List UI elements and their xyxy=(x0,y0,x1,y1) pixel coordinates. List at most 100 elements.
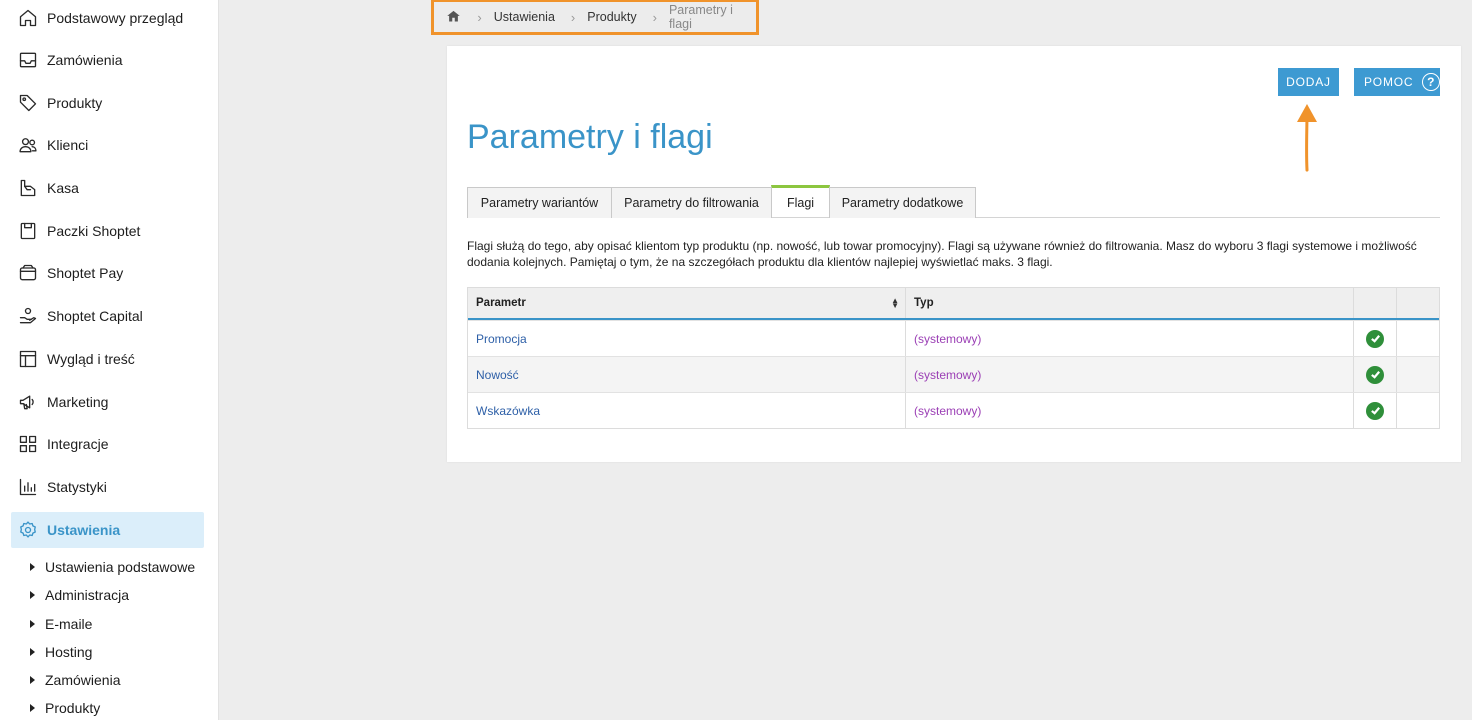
layout-icon xyxy=(18,349,38,369)
sidebar-item-products[interactable]: Produkty xyxy=(11,85,204,121)
sidebar-item-label: Shoptet Capital xyxy=(47,308,143,324)
chevron-right-icon: › xyxy=(570,9,576,25)
package-icon xyxy=(18,221,38,241)
caret-right-icon xyxy=(30,676,35,684)
capital-icon xyxy=(18,306,38,326)
actions-cell xyxy=(1397,357,1439,392)
caret-right-icon xyxy=(30,648,35,656)
caret-right-icon xyxy=(30,704,35,712)
sidebar-subitem-emails[interactable]: E-maile xyxy=(30,613,92,635)
check-circle-icon xyxy=(1366,329,1384,348)
flag-name-link[interactable]: Nowość xyxy=(468,357,906,392)
sidebar-item-settings[interactable]: Ustawienia xyxy=(11,512,204,548)
sidebar-item-label: Kasa xyxy=(47,180,79,196)
wallet-icon xyxy=(18,263,38,283)
sidebar-item-label: Wygląd i treść xyxy=(47,351,135,367)
caret-right-icon xyxy=(30,563,35,571)
tab-bar: Parametry wariantów Parametry do filtrow… xyxy=(467,185,1440,218)
flag-name-link[interactable]: Promocja xyxy=(468,321,906,356)
column-header-status xyxy=(1354,288,1397,318)
table-header: Parametr ▲ ▼ Typ xyxy=(468,288,1439,320)
flags-table: Parametr ▲ ▼ Typ Promocja (systemowy) Now… xyxy=(467,287,1440,429)
tab-additional-parameters[interactable]: Parametry dodatkowe xyxy=(829,187,976,218)
sidebar-item-label: Produkty xyxy=(47,95,103,111)
sidebar-item-pay[interactable]: Shoptet Pay xyxy=(11,255,204,291)
sidebar-item-overview[interactable]: Podstawowy przegląd xyxy=(11,0,204,36)
help-button-label: POMOC xyxy=(1364,75,1414,89)
chevron-right-icon: › xyxy=(477,9,482,25)
sidebar-subitem-administration[interactable]: Administracja xyxy=(30,584,129,606)
sidebar-item-label: Statystyki xyxy=(47,479,107,495)
breadcrumb-item-settings[interactable]: Ustawienia xyxy=(494,10,555,24)
sidebar: Podstawowy przegląd Zamówienia Produkty … xyxy=(0,0,219,720)
sidebar-item-label: Paczki Shoptet xyxy=(47,223,141,239)
inbox-icon xyxy=(18,50,38,70)
table-row: Promocja (systemowy) xyxy=(468,320,1439,356)
sidebar-item-integrations[interactable]: Integracje xyxy=(11,426,204,462)
sidebar-item-label: Marketing xyxy=(47,394,109,410)
help-button[interactable]: POMOC ? xyxy=(1354,68,1440,96)
actions-cell xyxy=(1397,321,1439,356)
sidebar-item-layout[interactable]: Wygląd i treść xyxy=(11,341,204,377)
home-icon xyxy=(18,8,38,28)
sidebar-subitem-label: E-maile xyxy=(45,616,93,632)
sidebar-subitem-label: Zamówienia xyxy=(45,672,121,688)
table-row: Nowość (systemowy) xyxy=(468,356,1439,392)
sidebar-subitem-hosting[interactable]: Hosting xyxy=(30,641,92,663)
sidebar-item-capital[interactable]: Shoptet Capital xyxy=(11,298,204,334)
sidebar-item-label: Integracje xyxy=(47,436,109,452)
check-circle-icon xyxy=(1366,401,1384,420)
actions-cell xyxy=(1397,393,1439,428)
page-description: Flagi służą do tego, aby opisać klientom… xyxy=(467,239,1417,269)
sidebar-item-parcels[interactable]: Paczki Shoptet xyxy=(11,213,204,249)
status-cell xyxy=(1354,321,1397,356)
flag-type: (systemowy) xyxy=(906,321,1354,356)
sort-icon[interactable]: ▲ ▼ xyxy=(891,297,899,310)
megaphone-icon xyxy=(18,392,38,412)
flag-type: (systemowy) xyxy=(906,393,1354,428)
sidebar-item-orders[interactable]: Zamówienia xyxy=(11,42,204,78)
column-header-actions xyxy=(1397,288,1439,318)
question-circle-icon: ? xyxy=(1422,73,1440,91)
tab-filter-parameters[interactable]: Parametry do filtrowania xyxy=(611,187,772,218)
sidebar-item-customers[interactable]: Klienci xyxy=(11,127,204,163)
sidebar-item-label: Podstawowy przegląd xyxy=(47,10,184,26)
sidebar-item-statistics[interactable]: Statystyki xyxy=(11,469,204,505)
chart-icon xyxy=(18,477,38,497)
content-card: DODAJ POMOC ? Parametry i flagi Parametr… xyxy=(447,46,1461,462)
flag-name-link[interactable]: Wskazówka xyxy=(468,393,906,428)
column-header-label: Parametr xyxy=(476,297,526,309)
status-cell xyxy=(1354,393,1397,428)
caret-right-icon xyxy=(30,591,35,599)
add-button[interactable]: DODAJ xyxy=(1278,68,1339,96)
sidebar-subitem-label: Hosting xyxy=(45,644,93,660)
table-row: Wskazówka (systemowy) xyxy=(468,392,1439,428)
status-cell xyxy=(1354,357,1397,392)
caret-right-icon xyxy=(30,620,35,628)
annotation-arrow-icon xyxy=(1297,104,1317,172)
column-header-parameter[interactable]: Parametr ▲ ▼ xyxy=(468,288,906,318)
sidebar-item-label: Klienci xyxy=(47,137,89,153)
grid-icon xyxy=(18,434,38,454)
home-icon[interactable] xyxy=(446,9,461,25)
sidebar-subitem-products[interactable]: Produkty xyxy=(30,697,100,719)
breadcrumb-current: Parametry i flagi xyxy=(668,3,733,31)
sidebar-item-marketing[interactable]: Marketing xyxy=(11,384,204,420)
tab-variant-parameters[interactable]: Parametry wariantów xyxy=(467,187,612,218)
sidebar-item-label: Ustawienia xyxy=(47,522,121,538)
sidebar-subitem-basic-settings[interactable]: Ustawienia podstawowe xyxy=(30,556,195,578)
sidebar-item-label: Shoptet Pay xyxy=(47,265,124,281)
sidebar-item-cash[interactable]: Kasa xyxy=(11,170,204,206)
sidebar-subitem-label: Ustawienia podstawowe xyxy=(45,559,196,575)
sidebar-item-label: Zamówienia xyxy=(47,52,123,68)
sidebar-subitem-orders[interactable]: Zamówienia xyxy=(30,669,120,691)
tab-flags[interactable]: Flagi xyxy=(771,185,830,217)
breadcrumb: › Ustawienia › Produkty › Parametry i fl… xyxy=(431,0,759,35)
cash-register-icon xyxy=(18,178,38,198)
gear-icon xyxy=(18,520,38,540)
chevron-right-icon: › xyxy=(652,9,657,25)
breadcrumb-item-products[interactable]: Produkty xyxy=(587,10,636,24)
tag-icon xyxy=(18,93,38,113)
check-circle-icon xyxy=(1366,365,1384,384)
column-header-type: Typ xyxy=(906,288,1354,318)
